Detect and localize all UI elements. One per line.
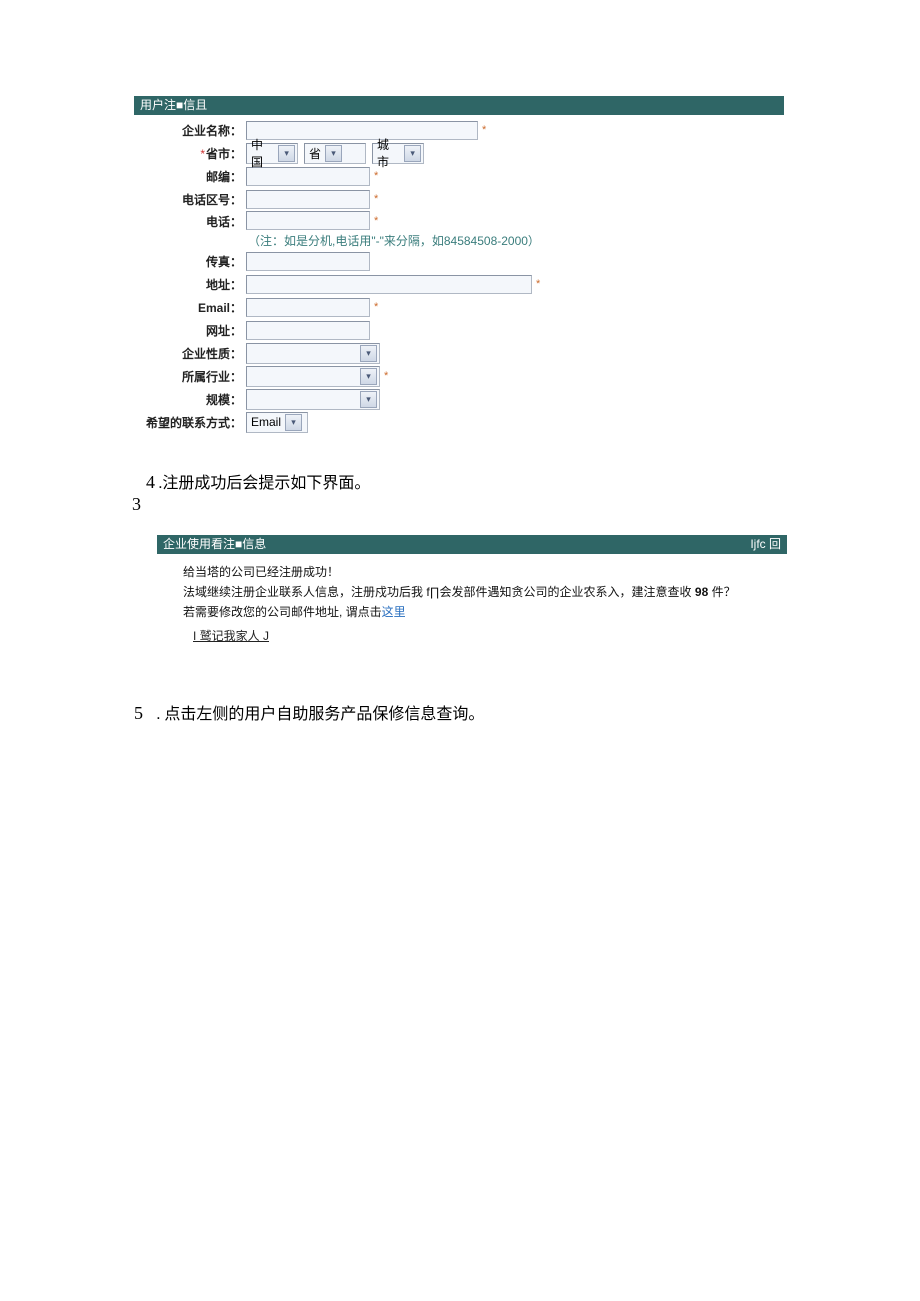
label-industry: 所属行业： [134, 368, 246, 385]
success-header-left: 企业使用看注■信息 [163, 537, 266, 551]
modify-email-link[interactable]: 这里 [382, 605, 406, 619]
phone-note: （注：如是分机,电话用"-"来分隔，如84584508-2000） [248, 232, 540, 249]
label-address: 地址： [134, 276, 246, 293]
input-address[interactable] [246, 275, 532, 294]
select-scale[interactable]: ▾ [246, 389, 380, 410]
required-icon: * [536, 278, 540, 290]
success-line-2: 法域继续注册企业联系人信息，注册戍功后我 f∏会发部件遇知贪公司的企业农系入，建… [183, 582, 777, 602]
chevron-down-icon: ▾ [325, 145, 342, 162]
success-header-bar: 企业使用看注■信息 Ijfc 回 [157, 535, 787, 554]
select-contact-pref[interactable]: Email ▾ [246, 412, 308, 433]
input-fax[interactable] [246, 252, 370, 271]
label-province-city: *省市： [134, 145, 246, 162]
required-icon: * [374, 301, 378, 313]
label-area-code: 电话区号： [134, 191, 246, 208]
form-header-text: 用户注■信且 [140, 98, 207, 112]
label-fax: 传真： [134, 253, 246, 270]
label-company: 企业名称： [134, 122, 246, 139]
registration-form: 用户注■信且 企业名称： * *省市： 中国 ▾ 省 ▾ [134, 96, 784, 433]
required-icon: * [374, 193, 378, 205]
label-scale: 规模： [134, 391, 246, 408]
required-icon: * [374, 215, 378, 227]
form-header-bar: 用户注■信且 [134, 96, 784, 115]
label-postal: 邮编： [134, 168, 246, 185]
chevron-down-icon: ▾ [360, 391, 377, 408]
select-industry[interactable]: ▾ [246, 366, 380, 387]
success-header-right: Ijfc 回 [750, 537, 781, 552]
select-country[interactable]: 中国 ▾ [246, 143, 298, 164]
input-email[interactable] [246, 298, 370, 317]
success-line-1: 给当塔的公司已经注册成功！ [183, 562, 777, 582]
chevron-down-icon: ▾ [360, 345, 377, 362]
step-5-text: . 点击左侧的用户自助服务产品保修信息查询。 [156, 706, 484, 723]
input-company[interactable] [246, 121, 478, 140]
select-nature[interactable]: ▾ [246, 343, 380, 364]
input-website[interactable] [246, 321, 370, 340]
label-website: 网址： [134, 322, 246, 339]
required-icon: * [482, 124, 486, 136]
select-city[interactable]: 城市 ▾ [372, 143, 424, 164]
step-4-text: .注册成功后会提示如下界面。 [158, 475, 370, 492]
register-contact-link[interactable]: I 鹫记我家人 J [193, 626, 269, 646]
chevron-down-icon: ▾ [404, 145, 421, 162]
chevron-down-icon: ▾ [285, 414, 302, 431]
label-email: Email： [134, 299, 246, 316]
required-icon: * [384, 370, 388, 382]
success-line-3: 若需要修改您的公司邮件地址, 谓点击这里 [183, 602, 777, 622]
chevron-down-icon: ▾ [360, 368, 377, 385]
step-3-number: 3 [132, 494, 141, 515]
required-icon: * [374, 170, 378, 182]
input-area-code[interactable] [246, 190, 370, 209]
label-contact-pref: 希望的联系方式： [134, 414, 246, 431]
label-phone: 电话： [134, 211, 246, 230]
step-5-number: 5 [134, 703, 143, 723]
step-4-number: 4 [146, 472, 155, 492]
label-nature: 企业性质： [134, 345, 246, 362]
select-province[interactable]: 省 ▾ [304, 143, 366, 164]
required-prefix: * [200, 147, 205, 161]
chevron-down-icon: ▾ [278, 145, 295, 162]
success-panel: 企业使用看注■信息 Ijfc 回 给当塔的公司已经注册成功！ 法域继续注册企业联… [157, 535, 787, 650]
input-phone[interactable] [246, 211, 370, 230]
